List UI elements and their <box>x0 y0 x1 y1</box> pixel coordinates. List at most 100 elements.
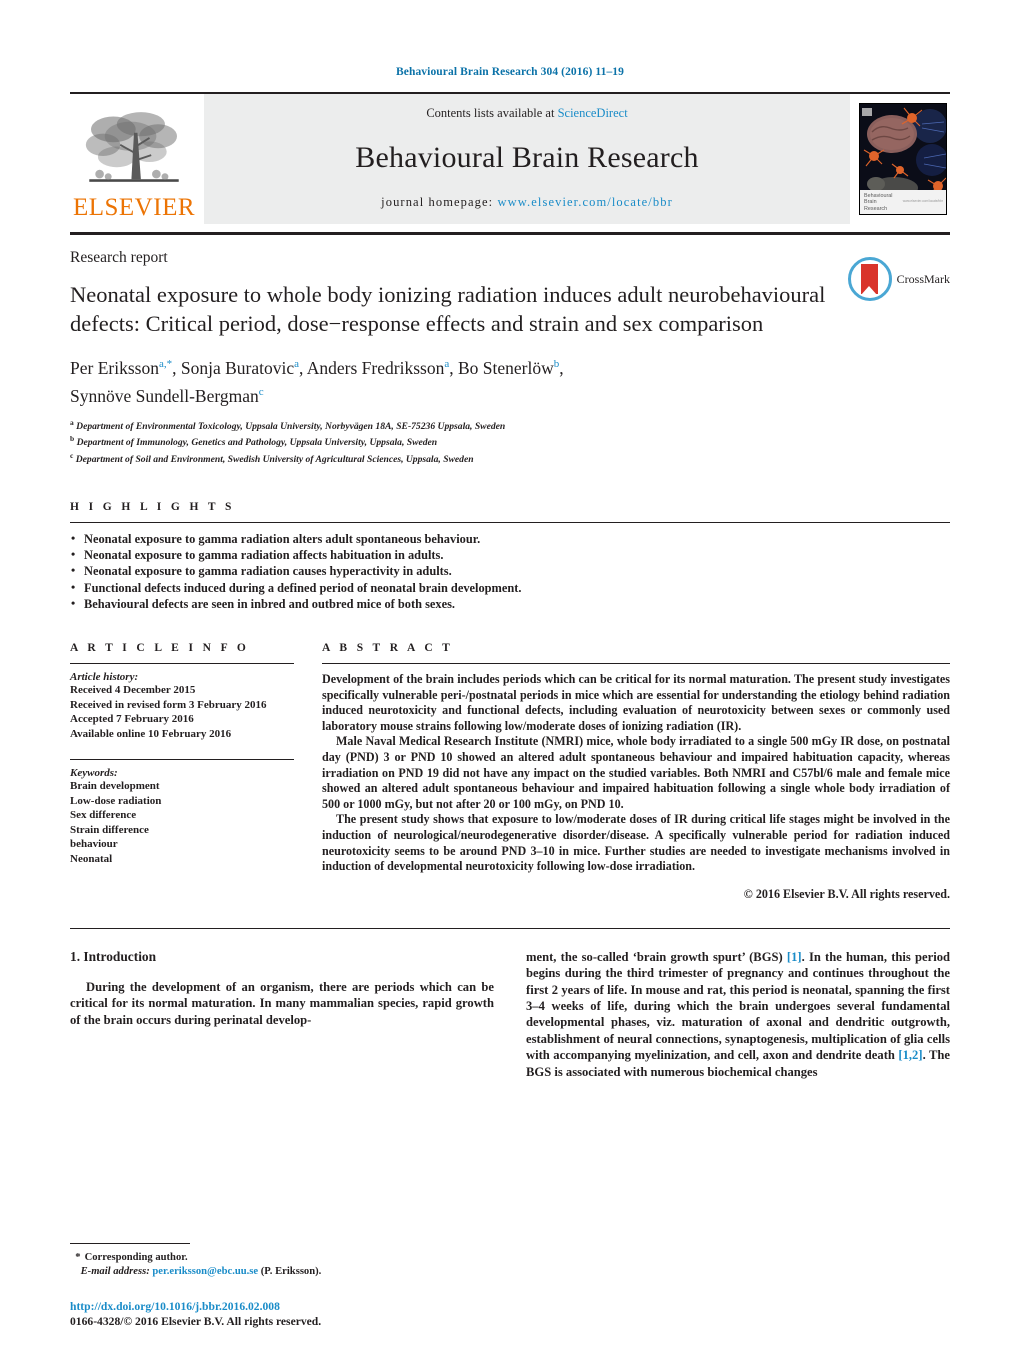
author-name: , Sonja Buratovic <box>172 357 295 378</box>
body-text: ment, the so-called ‘brain growth spurt’… <box>526 949 787 964</box>
affiliation-item: b Department of Immunology, Genetics and… <box>70 433 950 450</box>
list-item: Neonatal exposure to gamma radiation cau… <box>70 562 950 579</box>
affiliation-text: Department of Immunology, Genetics and P… <box>76 437 438 449</box>
crossmark-icon <box>847 257 892 301</box>
corresponding-marker: * <box>75 1252 81 1263</box>
author-affil-marker[interactable]: a,* <box>159 358 172 370</box>
issn-copyright-line: 0166-4328/© 2016 Elsevier B.V. All right… <box>70 1315 322 1328</box>
email-link[interactable]: per.eriksson@ebc.uu.se <box>152 1266 258 1277</box>
affiliation-item: c Department of Soil and Environment, Sw… <box>70 450 950 467</box>
info-abstract-row: A R T I C L E I N F O Article history: R… <box>70 642 950 902</box>
title-block: Research report CrossMark Neonatal expos… <box>70 235 950 467</box>
keyword-item: Strain difference <box>70 823 149 836</box>
list-item: Behavioural defects are seen in inbred a… <box>70 595 950 612</box>
journal-cover-thumbnail: www.elsevier.com/locate/bbr Behavioural … <box>856 94 950 224</box>
journal-title: Behavioural Brain Research <box>355 141 699 174</box>
homepage-url-link[interactable]: www.elsevier.com/locate/bbr <box>497 195 672 209</box>
abstract-rule <box>322 663 950 665</box>
sciencedirect-link[interactable]: ScienceDirect <box>558 106 628 120</box>
keywords-heading: Keywords: <box>70 767 118 780</box>
abstract-paragraph: Development of the brain includes period… <box>322 672 950 733</box>
body-paragraph: During the development of an organism, t… <box>70 979 494 1027</box>
article-section-type: Research report <box>70 249 168 266</box>
footnote-rule <box>70 1243 190 1244</box>
affiliation-marker: c <box>70 451 74 461</box>
list-item: Neonatal exposure to gamma radiation aff… <box>70 546 950 563</box>
footnote-block: * Corresponding author. E-mail address: p… <box>70 1243 494 1279</box>
highlights-section: H I G H L I G H T S Neonatal exposure to… <box>70 501 950 612</box>
journal-homepage-line: journal homepage: www.elsevier.com/locat… <box>381 195 673 210</box>
article-info-rule <box>70 663 294 665</box>
author-affil-marker[interactable]: b <box>554 358 560 370</box>
highlights-list: Neonatal exposure to gamma radiation alt… <box>70 530 950 612</box>
keyword-item: behaviour <box>70 838 118 851</box>
affiliation-item: a Department of Environmental Toxicology… <box>70 417 950 434</box>
citation-link[interactable]: [1,2] <box>898 1048 922 1062</box>
body-top-rule <box>70 927 950 929</box>
journal-masthead: ELSEVIER Contents lists available at Sci… <box>70 92 950 224</box>
body-text: . In the human, this period begins durin… <box>526 949 950 1063</box>
abstract-heading: A B S T R A C T <box>322 642 454 655</box>
doi-link[interactable]: http://dx.doi.org/10.1016/j.bbr.2016.02.… <box>70 1299 570 1314</box>
elsevier-wordmark: ELSEVIER <box>72 194 196 221</box>
affiliation-marker: a <box>70 417 74 427</box>
history-item: Available online 10 February 2016 <box>70 727 232 740</box>
author-name: Synnöve Sundell-Bergman <box>70 385 259 406</box>
abstract-copyright: © 2016 Elsevier B.V. All rights reserved… <box>743 886 950 901</box>
history-item: Received 4 December 2015 <box>70 684 196 697</box>
list-item: Neonatal exposure to gamma radiation alt… <box>70 530 950 547</box>
keywords-rule <box>70 759 294 761</box>
cover-caption-tiny: www.elsevier.com/locate/bbr <box>902 199 943 203</box>
body-left-column: 1. Introduction During the development o… <box>70 949 494 1080</box>
page-title: Neonatal exposure to whole body ionizing… <box>70 282 826 336</box>
list-item: Functional defects induced during a defi… <box>70 579 950 596</box>
corresponding-label: Corresponding author. <box>84 1252 188 1263</box>
body-right-column: ment, the so-called ‘brain growth spurt’… <box>526 949 950 1080</box>
article-page: Behavioural Brain Research 304 (2016) 11… <box>0 0 1020 1351</box>
article-history-heading: Article history: <box>70 671 139 684</box>
running-head: Behavioural Brain Research 304 (2016) 11… <box>395 66 624 78</box>
elsevier-tree-icon <box>85 112 179 182</box>
crossmark-badge[interactable]: CrossMark <box>847 257 950 301</box>
homepage-label: journal homepage: <box>381 195 494 209</box>
keyword-item: Low-dose radiation <box>70 794 162 807</box>
author-name: , Bo Stenerlöw <box>449 357 554 378</box>
email-label: E-mail address: <box>80 1266 150 1277</box>
cover-caption: www.elsevier.com/locate/bbr Behavioural … <box>860 190 946 214</box>
affiliation-text: Department of Soil and Environment, Swed… <box>75 454 474 466</box>
section-heading-introduction: 1. Introduction <box>70 948 157 964</box>
body-columns: 1. Introduction During the development o… <box>70 949 950 1080</box>
article-info-heading: A R T I C L E I N F O <box>70 642 250 655</box>
affiliation-text: Department of Environmental Toxicology, … <box>76 420 506 432</box>
author-name: Per Eriksson <box>70 357 159 378</box>
cover-artwork: www.elsevier.com/locate/bbr Behavioural … <box>859 103 947 215</box>
highlights-heading: H I G H L I G H T S <box>70 501 235 513</box>
author-affil-marker[interactable]: c <box>259 386 264 398</box>
crossmark-label: CrossMark <box>896 271 950 286</box>
journal-band: Contents lists available at ScienceDirec… <box>204 94 850 224</box>
history-item: Accepted 7 February 2016 <box>70 713 194 726</box>
keyword-item: Brain development <box>70 780 160 793</box>
highlights-rule <box>70 522 950 523</box>
abstract-column: A B S T R A C T Development of the brain… <box>322 642 950 902</box>
keyword-item: Sex difference <box>70 809 137 822</box>
history-item: Received in revised form 3 February 2016 <box>70 698 267 711</box>
article-info-column: A R T I C L E I N F O Article history: R… <box>70 642 322 902</box>
email-suffix: (P. Eriksson). <box>260 1266 322 1277</box>
email-line: E-mail address: per.eriksson@ebc.uu.se (… <box>70 1265 494 1279</box>
contents-prefix: Contents lists available at <box>426 106 558 120</box>
author-list: Per Erikssona,*, Sonja Buratovica, Ander… <box>70 357 564 406</box>
contents-available-line: Contents lists available at ScienceDirec… <box>426 106 627 121</box>
keyword-item: Neonatal <box>70 852 113 865</box>
affiliation-list: a Department of Environmental Toxicology… <box>70 417 950 467</box>
affiliation-marker: b <box>70 434 75 444</box>
body-paragraph: ment, the so-called ‘brain growth spurt’… <box>526 949 950 1080</box>
corresponding-author-line: * Corresponding author. <box>70 1251 494 1265</box>
doi-block: http://dx.doi.org/10.1016/j.bbr.2016.02.… <box>70 1299 570 1329</box>
abstract-paragraph: The present study shows that exposure to… <box>322 812 950 874</box>
abstract-paragraph: Male Naval Medical Research Institute (N… <box>322 734 950 811</box>
elsevier-logo: ELSEVIER <box>70 94 198 224</box>
cover-caption-l3: Research <box>864 205 888 212</box>
author-name: , Anders Fredriksson <box>298 357 445 378</box>
citation-link[interactable]: [1] <box>787 950 802 964</box>
